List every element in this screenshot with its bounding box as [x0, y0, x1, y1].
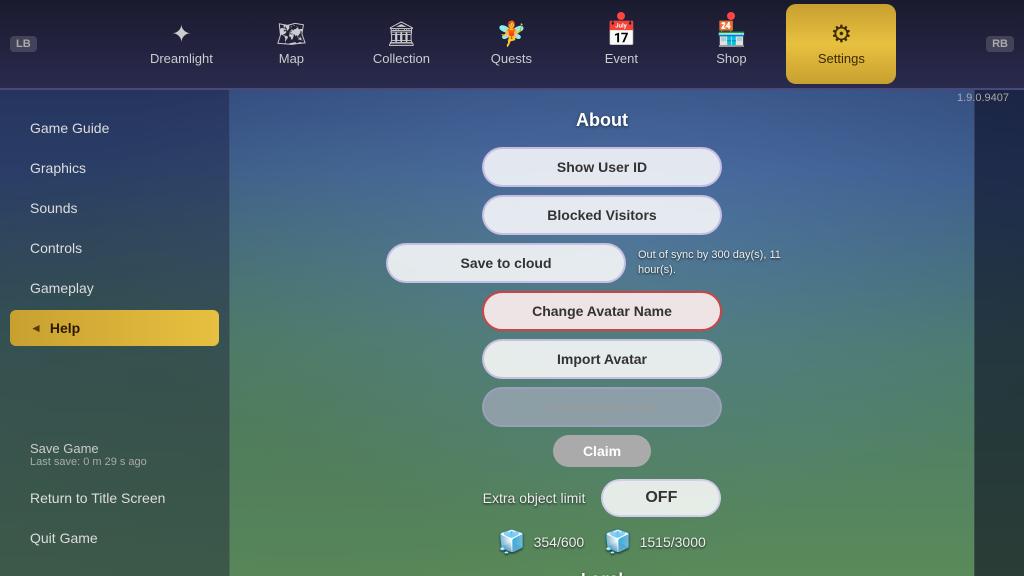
claim-button[interactable]: Claim — [553, 435, 651, 467]
right-panel — [974, 90, 1024, 576]
save-cloud-row: Save to cloud Out of sync by 300 day(s),… — [270, 243, 934, 283]
nav-event-label: Event — [605, 51, 638, 66]
change-avatar-name-button[interactable]: Change Avatar Name — [482, 291, 722, 331]
sidebar-item-sounds[interactable]: Sounds — [10, 190, 219, 226]
nav-settings-label: Settings — [818, 51, 865, 66]
nav-quests[interactable]: 🧚 Quests — [456, 4, 566, 84]
sidebar-item-help[interactable]: Help — [10, 310, 219, 346]
count1-icon: 🧊 — [498, 529, 525, 555]
sidebar-item-quit[interactable]: Quit Game — [10, 520, 219, 556]
nav-collection-label: Collection — [373, 51, 430, 66]
lb-button[interactable]: LB — [10, 36, 37, 52]
nav-items: ✦ Dreamlight 🗺 Map 🏛 Collection 🧚 Quests… — [37, 4, 986, 84]
collection-icon: 🏛 — [386, 23, 416, 47]
content-area: About Show User ID Blocked Visitors Save… — [230, 90, 974, 576]
shop-dot — [727, 12, 735, 20]
nav-quests-label: Quests — [491, 51, 532, 66]
quests-icon: 🧚 — [496, 23, 526, 47]
extra-object-row: Extra object limit OFF — [483, 479, 722, 517]
count2-value: 1515/3000 — [640, 534, 706, 550]
map-icon: 🗺 — [276, 23, 306, 47]
last-save-text: Last save: 0 m 29 s ago — [30, 456, 199, 468]
nav-settings[interactable]: ⚙ Settings — [786, 4, 896, 84]
save-game-label: Save Game — [30, 441, 199, 456]
settings-icon: ⚙ — [831, 23, 853, 47]
sync-warning: Out of sync by 300 day(s), 11 hour(s). — [638, 248, 818, 279]
nav-collection[interactable]: 🏛 Collection — [346, 4, 456, 84]
version-text: 1.9.0.9407 — [957, 92, 1009, 104]
sidebar-item-graphics[interactable]: Graphics — [10, 150, 219, 186]
sidebar-item-game-guide[interactable]: Game Guide — [10, 110, 219, 146]
sidebar-bottom: Save Game Last save: 0 m 29 s ago Return… — [10, 433, 219, 556]
save-to-cloud-button[interactable]: Save to cloud — [386, 243, 626, 283]
nav-map-label: Map — [279, 51, 304, 66]
shop-icon: 🏪 — [716, 23, 746, 47]
blocked-visitors-button[interactable]: Blocked Visitors — [482, 195, 722, 235]
sidebar-item-controls[interactable]: Controls — [10, 230, 219, 266]
legal-title: Legal — [581, 571, 623, 576]
extra-object-label: Extra object limit — [483, 490, 586, 506]
nav-dreamlight-label: Dreamlight — [150, 51, 213, 66]
dreamlight-icon: ✦ — [171, 23, 191, 47]
save-game-button[interactable]: Save Game Last save: 0 m 29 s ago — [10, 433, 219, 476]
count-item-1: 🧊 354/600 — [498, 529, 584, 555]
count2-icon: 🧊 — [604, 529, 631, 555]
count1-value: 354/600 — [534, 534, 585, 550]
nav-shop[interactable]: 🏪 Shop — [676, 4, 786, 84]
show-user-id-button[interactable]: Show User ID — [482, 147, 722, 187]
rb-button[interactable]: RB — [986, 36, 1014, 52]
extra-object-toggle[interactable]: OFF — [601, 479, 721, 517]
nav-event[interactable]: 📅 Event — [566, 4, 676, 84]
nav-bar: LB ✦ Dreamlight 🗺 Map 🏛 Collection 🧚 Que… — [0, 0, 1024, 90]
main-layout: Game Guide Graphics Sounds Controls Game… — [0, 90, 1024, 576]
object-counts: 🧊 354/600 🧊 1515/3000 — [498, 529, 706, 555]
sidebar-item-gameplay[interactable]: Gameplay — [10, 270, 219, 306]
nav-shop-label: Shop — [716, 51, 746, 66]
nav-dreamlight[interactable]: ✦ Dreamlight — [126, 4, 236, 84]
sidebar-item-return[interactable]: Return to Title Screen — [10, 480, 219, 516]
redemption-code-input[interactable] — [482, 387, 722, 427]
sidebar: Game Guide Graphics Sounds Controls Game… — [0, 90, 230, 576]
event-icon: 📅 — [606, 23, 636, 47]
nav-map[interactable]: 🗺 Map — [236, 4, 346, 84]
import-avatar-button[interactable]: Import Avatar — [482, 339, 722, 379]
about-title: About — [576, 110, 628, 131]
event-dot — [617, 12, 625, 20]
count-item-2: 🧊 1515/3000 — [604, 529, 706, 555]
